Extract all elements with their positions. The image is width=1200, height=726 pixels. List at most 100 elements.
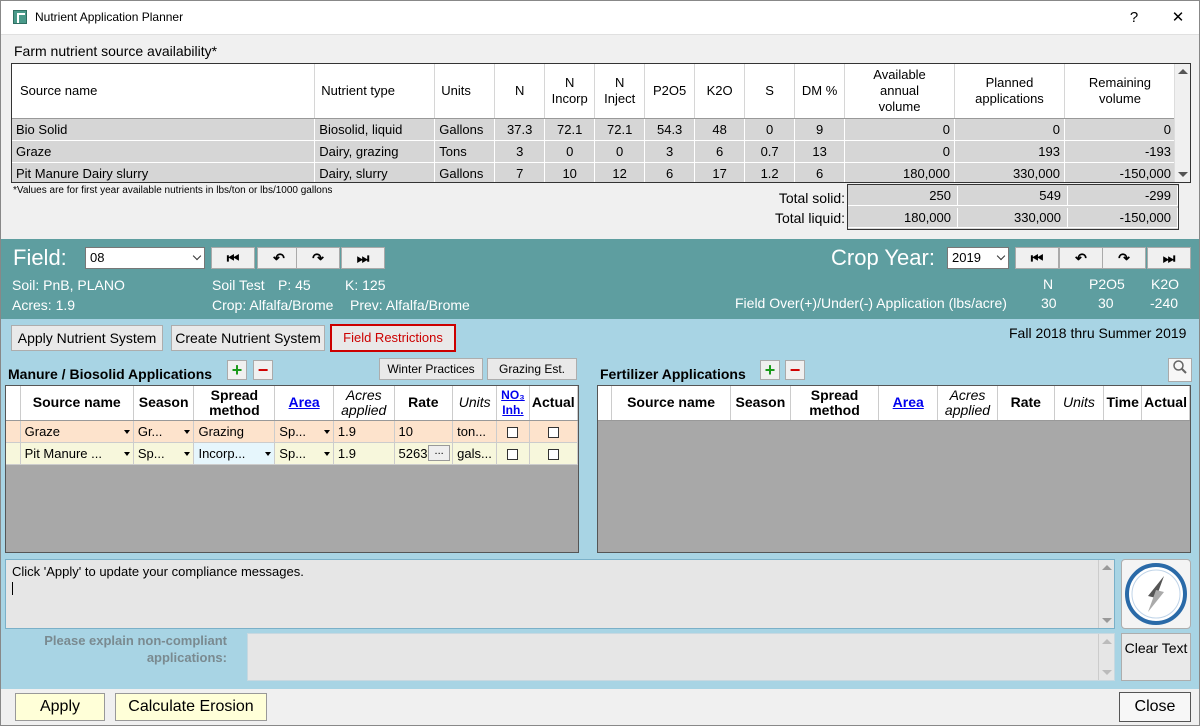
cell-source[interactable]: Graze xyxy=(20,420,134,443)
explain-input[interactable] xyxy=(247,633,1115,681)
source-cell[interactable]: 72.1 xyxy=(544,118,596,141)
col-source-name[interactable]: Source name xyxy=(12,64,316,119)
table-row[interactable]: Pit Manure Dairy slurry Dairy, slurry Gall… xyxy=(12,162,1177,182)
col-p2o5[interactable]: P2O5 xyxy=(644,64,696,119)
m-col-actual[interactable]: Actual xyxy=(529,386,579,421)
source-cell[interactable]: 10 xyxy=(544,162,596,182)
source-cell[interactable]: Biosolid, liquid xyxy=(314,118,436,141)
m-col-acres[interactable]: Acres applied xyxy=(333,386,395,421)
crop-year-select[interactable]: 2019 xyxy=(947,247,1009,269)
source-cell[interactable]: 0 xyxy=(744,118,796,141)
remove-fert-icon[interactable]: − xyxy=(785,360,805,380)
source-cell[interactable]: 3 xyxy=(494,140,546,163)
row-selector[interactable] xyxy=(6,420,21,443)
compliance-messages[interactable]: Click 'Apply' to update your compliance … xyxy=(5,559,1115,629)
cell-rate[interactable]: 5263... xyxy=(394,442,454,465)
source-cell[interactable]: 17 xyxy=(694,162,746,182)
scroll-up-icon[interactable] xyxy=(1178,69,1188,74)
scroll-down-icon[interactable] xyxy=(1178,172,1188,177)
source-cell[interactable]: 0 xyxy=(954,118,1065,141)
year-first-button[interactable]: ⏮ xyxy=(1015,247,1059,269)
scroll-down-icon[interactable] xyxy=(1102,618,1112,623)
source-cell[interactable]: 0 xyxy=(844,118,955,141)
scroll-up-icon[interactable] xyxy=(1102,565,1112,570)
source-cell[interactable]: 0 xyxy=(544,140,596,163)
cell-area[interactable]: Sp... xyxy=(274,420,334,443)
help-button[interactable]: ? xyxy=(1113,5,1155,31)
dropdown-icon[interactable] xyxy=(184,429,191,434)
source-cell[interactable]: Dairy, slurry xyxy=(314,162,436,182)
field-prev-button[interactable]: ↶ xyxy=(257,247,301,269)
calculate-erosion-button[interactable]: Calculate Erosion xyxy=(115,693,267,721)
scroll-down-icon[interactable] xyxy=(1102,670,1112,675)
clear-text-button[interactable]: Clear Text xyxy=(1121,633,1191,681)
source-cell[interactable]: -150,000 xyxy=(1064,162,1177,182)
no3-checkbox[interactable] xyxy=(507,426,519,438)
col-dm[interactable]: DM % xyxy=(794,64,846,119)
source-cell[interactable]: 54.3 xyxy=(644,118,696,141)
m-col-season[interactable]: Season xyxy=(133,386,195,421)
compass-button[interactable] xyxy=(1121,559,1191,629)
source-cell[interactable]: 193 xyxy=(954,140,1065,163)
col-n-incorp[interactable]: N Incorp xyxy=(544,64,596,119)
scroll-up-icon[interactable] xyxy=(1102,639,1112,644)
year-last-button[interactable]: ⏭ xyxy=(1147,247,1191,269)
no3-checkbox[interactable] xyxy=(507,448,519,460)
apply-button[interactable]: Apply xyxy=(15,693,105,721)
source-cell[interactable]: 6 xyxy=(644,162,696,182)
year-prev-button[interactable]: ↶ xyxy=(1059,247,1103,269)
cell-season[interactable]: Sp... xyxy=(133,442,195,465)
create-nutrient-system-button[interactable]: Create Nutrient System xyxy=(171,325,325,351)
actual-checkbox[interactable] xyxy=(547,448,559,460)
close-window-button[interactable]: ✕ xyxy=(1157,5,1199,31)
winter-practices-button[interactable]: Winter Practices xyxy=(379,358,483,380)
m-col-method[interactable]: Spread method xyxy=(193,386,276,421)
search-icon[interactable] xyxy=(1168,358,1192,382)
cell-acres[interactable]: 1.9 xyxy=(333,420,395,443)
cell-method[interactable]: Grazing xyxy=(193,420,276,443)
cell-acres[interactable]: 1.9 xyxy=(333,442,395,465)
row-selector[interactable] xyxy=(6,442,21,465)
m-col-units[interactable]: Units xyxy=(452,386,498,421)
source-cell[interactable]: 0 xyxy=(844,140,955,163)
dropdown-icon[interactable] xyxy=(123,451,130,456)
col-nutrient-type[interactable]: Nutrient type xyxy=(314,64,436,119)
source-cell[interactable]: 6 xyxy=(794,162,846,182)
f-col-acres[interactable]: Acres applied xyxy=(937,386,998,421)
cell-actual[interactable] xyxy=(529,420,579,443)
messages-scrollbar[interactable] xyxy=(1098,560,1114,628)
cell-no3[interactable] xyxy=(496,420,530,443)
field-next-button[interactable]: ↷ xyxy=(296,247,340,269)
col-planned-applications[interactable]: Planned applications xyxy=(954,64,1065,119)
f-col-units[interactable]: Units xyxy=(1054,386,1105,421)
source-cell[interactable]: 12 xyxy=(594,162,646,182)
f-col-method[interactable]: Spread method xyxy=(790,386,880,421)
source-cell[interactable]: 9 xyxy=(794,118,846,141)
source-cell[interactable]: 330,000 xyxy=(954,162,1065,182)
dropdown-icon[interactable] xyxy=(323,451,330,456)
source-cell[interactable]: Graze xyxy=(12,140,316,163)
cell-season[interactable]: Gr... xyxy=(133,420,195,443)
col-n-inject[interactable]: N Inject xyxy=(594,64,646,119)
f-col-rate[interactable]: Rate xyxy=(997,386,1055,421)
col-s[interactable]: S xyxy=(744,64,796,119)
source-cell[interactable]: 0 xyxy=(1064,118,1177,141)
field-restrictions-button[interactable]: Field Restrictions xyxy=(330,324,456,352)
table-row[interactable]: Pit Manure ... Sp... Incorp... Sp... 1.9… xyxy=(6,442,579,465)
cell-no3[interactable] xyxy=(496,442,530,465)
source-cell[interactable]: 72.1 xyxy=(594,118,646,141)
col-n[interactable]: N xyxy=(494,64,546,119)
apply-nutrient-system-button[interactable]: Apply Nutrient System xyxy=(11,325,163,351)
m-col-source[interactable]: Source name xyxy=(20,386,134,421)
source-cell[interactable]: -193 xyxy=(1064,140,1177,163)
source-cell[interactable]: 0.7 xyxy=(744,140,796,163)
dropdown-icon[interactable] xyxy=(123,429,130,434)
f-col-source[interactable]: Source name xyxy=(611,386,732,421)
sources-scrollbar[interactable] xyxy=(1174,64,1190,182)
source-cell[interactable]: 0 xyxy=(594,140,646,163)
source-cell[interactable]: Dairy, grazing xyxy=(314,140,436,163)
source-cell[interactable]: Tons xyxy=(434,140,496,163)
source-cell[interactable]: 13 xyxy=(794,140,846,163)
dropdown-icon[interactable] xyxy=(323,429,330,434)
f-col-time[interactable]: Time xyxy=(1103,386,1143,421)
